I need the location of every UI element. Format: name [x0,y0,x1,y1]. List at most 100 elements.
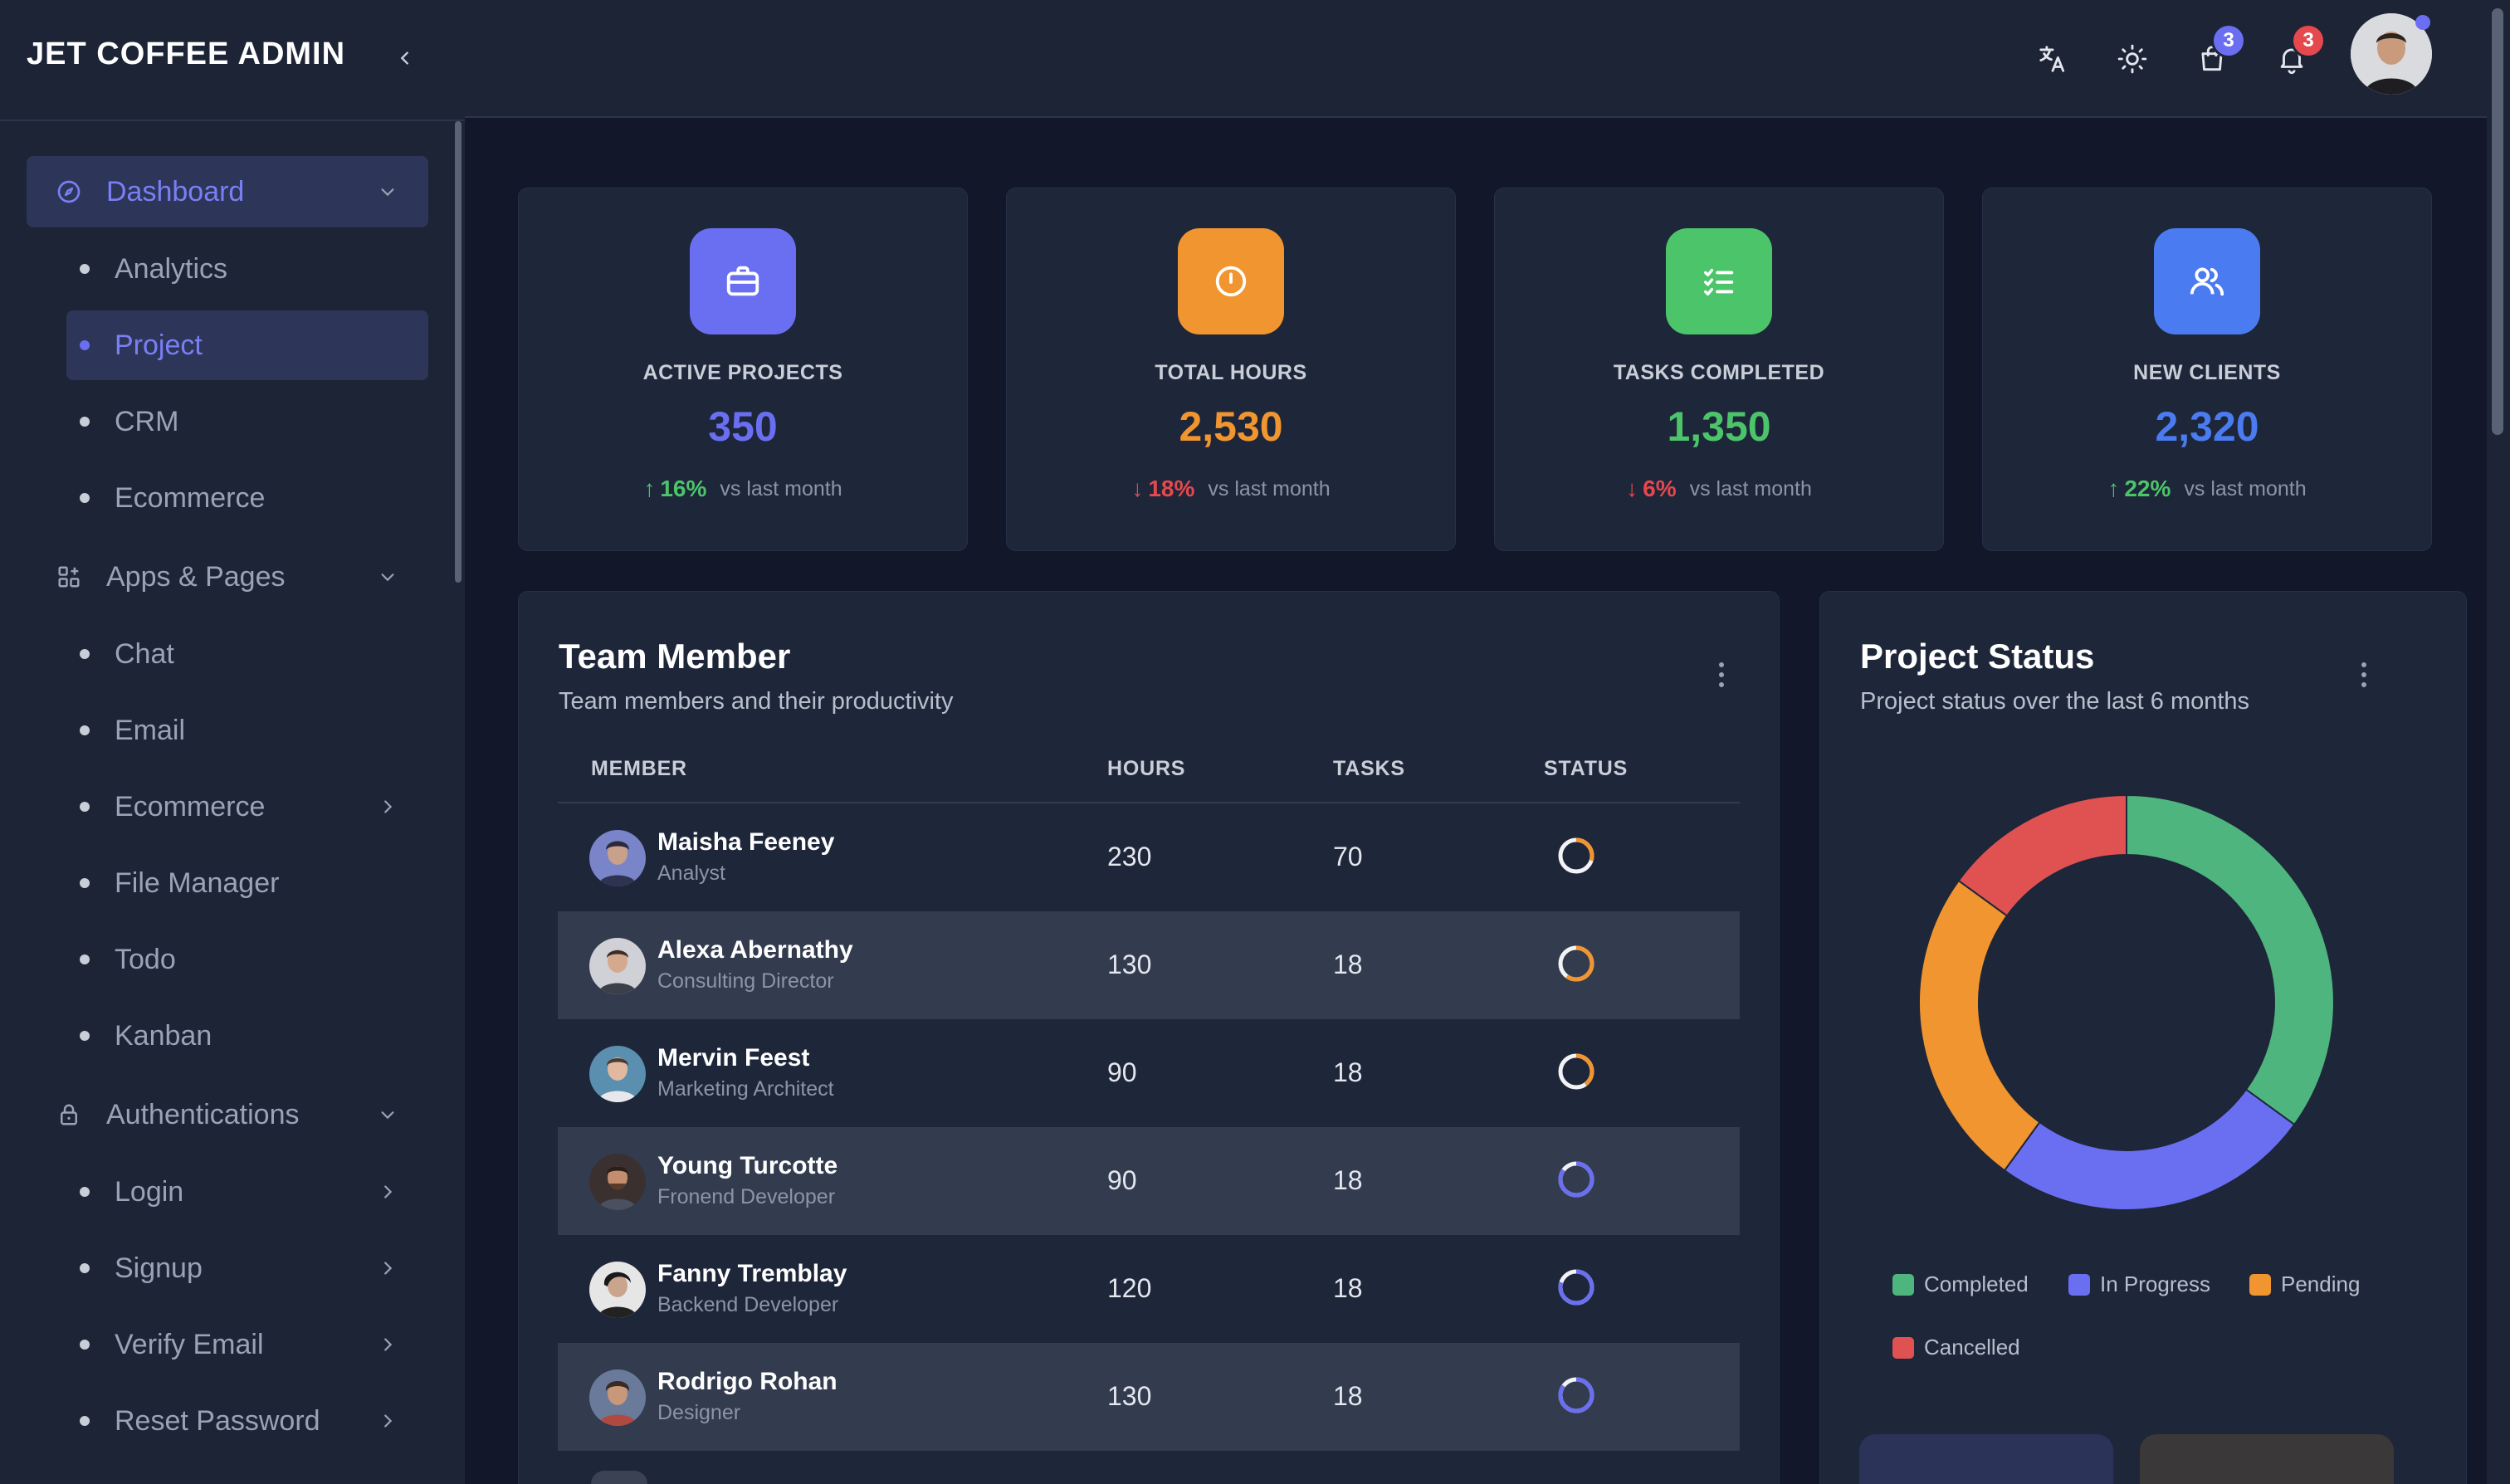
column-header-member[interactable]: MEMBER [591,757,687,781]
more-options-button[interactable] [2351,658,2376,691]
member-tasks: 70 [1333,842,1363,871]
arrow-up-icon: ↑ [2107,476,2120,501]
sidebar-item-project[interactable]: Project [66,310,428,380]
member-role: Designer [657,1401,741,1424]
kebab-menu-icon [1719,662,1724,687]
column-header-status[interactable]: STATUS [1544,757,1628,781]
member-name: Alexa Abernathy [657,936,853,964]
sidebar-item-chat[interactable]: Chat [66,619,428,689]
chevron-down-icon [374,178,402,206]
summary-card-partial [1859,1434,2113,1484]
legend-item-completed[interactable]: Completed [1892,1272,2029,1297]
stat-change-caption: vs last month [1689,476,1812,500]
table-row[interactable]: Young Turcotte Fronend Developer 90 18 [558,1127,1740,1235]
stat-change-percent: 18% [1148,476,1195,501]
sidebar-item-login[interactable]: Login [66,1157,428,1227]
summary-card-partial [2140,1434,2394,1484]
sidebar-item-crm[interactable]: CRM [66,387,428,456]
cart-button[interactable]: 3 [2191,23,2246,80]
sun-icon [2117,44,2147,74]
legend-label: In Progress [2100,1272,2210,1296]
stat-card-tasks-completed: TASKS COMPLETED 1,350 ↓ 6% vs last month [1494,188,1944,551]
notifications-button[interactable]: 3 [2271,23,2326,80]
sidebar-item-todo[interactable]: Todo [66,925,428,994]
translate-icon [2039,46,2065,72]
member-role: Analyst [657,862,725,885]
avatar [589,1154,646,1210]
table-row[interactable]: Rodrigo Rohan Designer 130 18 [558,1343,1740,1451]
column-header-tasks[interactable]: TASKS [1333,757,1405,781]
status-progress-ring [1558,1377,1594,1413]
sidebar-scrollbar[interactable] [455,121,461,583]
sidebar-item-signup[interactable]: Signup [66,1233,428,1303]
panel-subtitle: Project status over the last 6 months [1860,688,2250,715]
sidebar-item-analytics[interactable]: Analytics [66,234,428,304]
stat-change-caption: vs last month [720,476,842,500]
status-progress-ring [1558,1269,1594,1306]
stat-card-active-projects: ACTIVE PROJECTS 350 ↑ 16% vs last month [518,188,968,551]
chevron-right-icon [374,1178,402,1206]
sidebar-item-label: Todo [115,943,176,975]
donut-slice-pending[interactable] [1918,879,2041,1172]
stat-label: ACTIVE PROJECTS [642,361,843,384]
more-options-button[interactable] [1709,658,1734,691]
theme-toggle-button[interactable] [2112,38,2153,80]
status-progress-ring [1558,945,1594,982]
sidebar-item-ecommerce-app[interactable]: Ecommerce [66,772,428,842]
page-scrollbar[interactable] [2487,0,2510,1484]
panel-subtitle: Team members and their productivity [559,688,954,715]
bullet-dot [80,1187,90,1197]
legend-item-cancelled[interactable]: Cancelled [1892,1335,2020,1360]
donut-slice-in-progress[interactable] [2003,1088,2296,1211]
legend-swatch [2068,1273,2090,1296]
legend-item-in-progress[interactable]: In Progress [2068,1272,2210,1297]
sidebar-item-reset-password[interactable]: Reset Password [66,1386,428,1456]
sidebar-item-kanban[interactable]: Kanban [66,1001,428,1071]
page-scrollbar-thumb[interactable] [2492,8,2503,435]
sidebar-item-email[interactable]: Email [66,696,428,765]
table-row[interactable]: Alexa Abernathy Consulting Director 130 … [558,911,1740,1019]
member-tasks: 18 [1333,1381,1363,1411]
translate-button[interactable] [2032,38,2073,80]
bullet-dot [80,1263,90,1273]
legend-swatch [1892,1273,1914,1296]
sidebar-item-label: CRM [115,405,179,437]
member-tasks: 18 [1333,1057,1363,1087]
legend-item-pending[interactable]: Pending [2249,1272,2360,1297]
nav-group-authentications[interactable]: Authentications [27,1079,428,1150]
stat-change-caption: vs last month [1208,476,1331,500]
stat-value: 2,530 [1179,403,1283,450]
clock-icon [1178,228,1284,334]
bullet-dot [80,802,90,812]
sidebar-item-label: Project [115,329,203,361]
column-header-hours[interactable]: HOURS [1107,757,1185,781]
donut-slice-completed[interactable] [2126,793,2335,1126]
project-status-donut-chart [1918,793,2335,1211]
member-tasks: 18 [1333,1273,1363,1303]
member-hours: 130 [1107,949,1152,979]
arrow-down-icon: ↓ [1131,476,1144,501]
nav-group-dashboard[interactable]: Dashboard [27,156,428,227]
status-progress-ring [1558,1053,1594,1090]
sidebar-item-verify-email[interactable]: Verify Email [66,1310,428,1379]
sidebar-item-ecommerce[interactable]: Ecommerce [66,463,428,533]
member-role: Marketing Architect [657,1077,834,1101]
chevron-right-icon [374,1254,402,1282]
notification-count-badge: 3 [2291,23,2326,58]
table-row[interactable]: Mervin Feest Marketing Architect 90 18 [558,1019,1740,1127]
nav-group-apps-pages[interactable]: Apps & Pages [27,541,428,613]
table-row[interactable]: Fanny Tremblay Backend Developer 120 18 [558,1235,1740,1343]
sidebar-item-label: Ecommerce [115,790,266,823]
table-row[interactable]: Maisha Feeney Analyst 230 70 [558,803,1740,911]
collapse-sidebar-button[interactable] [388,41,422,75]
chevron-right-icon [374,1330,402,1359]
bullet-dot [80,264,90,274]
arrow-down-icon: ↓ [1626,476,1638,501]
stat-change: ↓ 18% vs last month [1007,476,1455,502]
stat-change-percent: 22% [2124,476,2171,501]
chevron-down-icon [374,563,402,591]
brand-title: JET COFFEE ADMIN [27,37,346,71]
donut-slice-cancelled[interactable] [1957,793,2127,917]
sidebar-item-file-manager[interactable]: File Manager [66,848,428,918]
legend-swatch [2249,1273,2271,1296]
